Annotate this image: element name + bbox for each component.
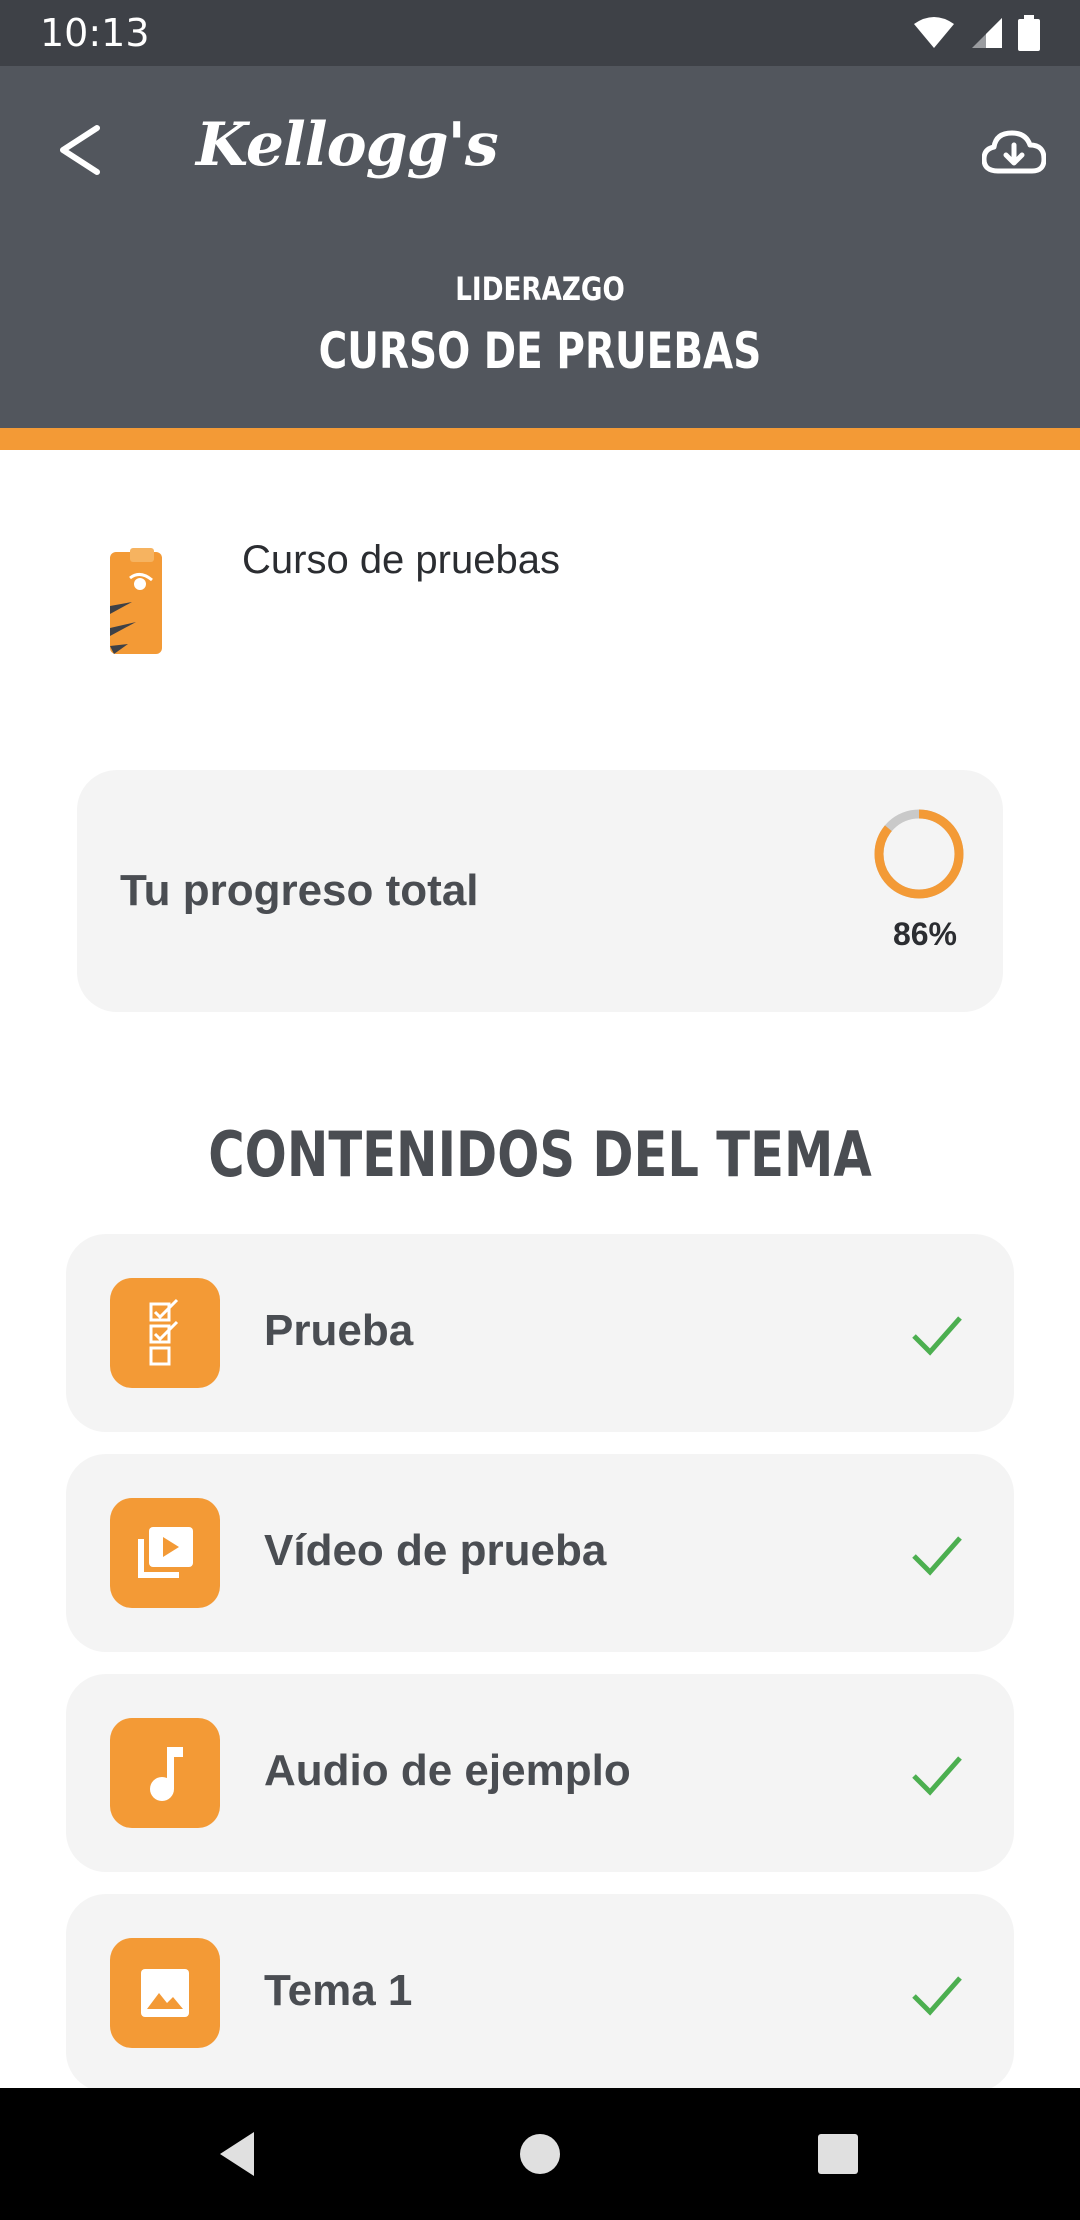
nav-recents-icon[interactable] [808, 2124, 868, 2184]
item-label: Audio de ejemplo [264, 1746, 631, 1795]
item-label: Tema 1 [264, 1966, 413, 2015]
cloud-download-icon [982, 130, 1046, 174]
header-category: LIDERAZGO [455, 270, 625, 308]
chevron-left-icon [60, 125, 100, 175]
course-thumbnail [110, 548, 162, 654]
content-item-tema-1[interactable]: Tema 1 [66, 1894, 1014, 2092]
music-note-icon [150, 1747, 183, 1801]
brand-logo: Kellogg's [196, 110, 499, 180]
section-title: CONTENIDOS DEL TEMA [208, 1118, 872, 1191]
checklist-icon [149, 1298, 179, 1366]
item-icon-tile [110, 1938, 220, 2048]
progress-label: Tu progreso total [120, 866, 479, 915]
content-item-audio[interactable]: Audio de ejemplo [66, 1674, 1014, 1872]
download-button[interactable] [976, 114, 1052, 190]
nav-back-icon[interactable] [210, 2124, 270, 2184]
status-time: 10:13 [40, 11, 150, 55]
item-icon-tile [110, 1718, 220, 1828]
battery-icon [1018, 15, 1040, 51]
app-header: Kellogg's LIDERAZGO CURSO DE PRUEBAS [0, 66, 1080, 428]
nav-home-icon[interactable] [510, 2124, 570, 2184]
item-label: Vídeo de prueba [264, 1526, 607, 1575]
check-icon [912, 1756, 962, 1796]
progress-ring [874, 809, 964, 899]
image-icon [141, 1969, 189, 2017]
check-icon [912, 1536, 962, 1576]
content-item-video[interactable]: Vídeo de prueba [66, 1454, 1014, 1652]
status-bar: 10:13 [0, 0, 1080, 66]
status-icons [912, 15, 1040, 51]
wifi-icon [914, 17, 954, 48]
system-nav-bar [0, 2088, 1080, 2220]
progress-card: Tu progreso total 86% [77, 770, 1003, 1012]
item-icon-tile [110, 1278, 220, 1388]
content-item-prueba[interactable]: Prueba [66, 1234, 1014, 1432]
accent-bar [0, 428, 1080, 450]
item-label: Prueba [264, 1306, 414, 1355]
back-button[interactable] [40, 110, 120, 190]
check-icon [912, 1316, 962, 1356]
page-title: CURSO DE PRUEBAS [318, 322, 762, 380]
contents-list: Prueba Vídeo de prueba Audio de ejemplo [66, 1234, 1014, 2114]
signal-icon [972, 18, 1002, 48]
check-icon [912, 1976, 962, 2016]
progress-value: 86% [892, 916, 957, 952]
video-library-icon [138, 1527, 193, 1578]
course-name: Curso de pruebas [242, 538, 560, 582]
item-icon-tile [110, 1498, 220, 1608]
